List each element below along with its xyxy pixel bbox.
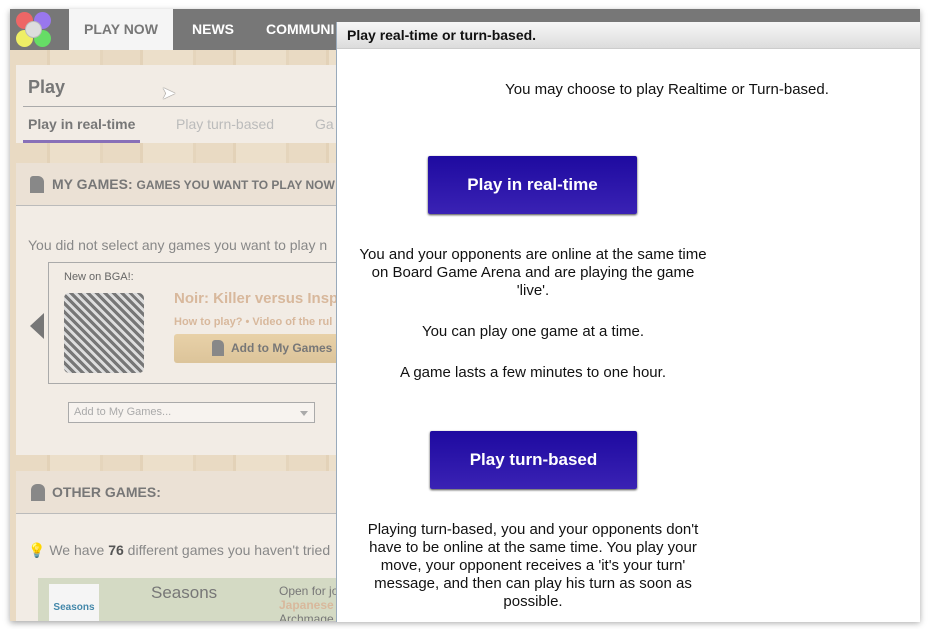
chevron-down-icon [300,411,308,416]
play-realtime-button[interactable]: Play in real-time [428,156,637,214]
realtime-description: You and your opponents are online at the… [359,246,707,299]
other-games-panel: OTHER GAMES: 💡 We have 76 different game… [16,471,348,621]
realtime-one-game: You can play one game at a time. [421,323,645,340]
my-games-subtitle: GAMES YOU WANT TO PLAY NOW [136,178,335,192]
dialog-intro: You may choose to play Realtime or Turn-… [505,81,829,98]
status-text: Open for joi [279,584,342,598]
realtime-duration: A game lasts a few minutes to one hour. [400,364,666,381]
player-name: Archmage L [279,612,344,621]
my-games-header: MY GAMES: GAMES YOU WANT TO PLAY NOW [16,163,346,206]
person-icon [31,484,45,501]
other-games-title: OTHER GAMES: [52,484,161,500]
count-value: 76 [108,542,124,558]
nav-play-now[interactable]: PLAY NOW [69,9,173,50]
count-prefix: We have [49,542,109,558]
my-games-title: MY GAMES: [52,176,133,192]
nav-community[interactable]: COMMUNI [266,9,334,50]
games-count: 💡 We have 76 different games you haven't… [28,542,330,559]
add-to-my-games-select[interactable]: Add to My Games... [68,402,315,423]
turn-based-description: Playing turn-based, you and your opponen… [367,521,699,610]
new-game-box: New on BGA!: Noir: Killer versus Inspe H… [48,262,354,384]
tab-play-turn-based[interactable]: Play turn-based [176,116,274,132]
my-games-panel: MY GAMES: GAMES YOU WANT TO PLAY NOW You… [16,163,354,455]
hand-raised-icon [30,176,44,193]
how-to-play-links[interactable]: How to play? • Video of the rul [174,316,332,328]
game-info: Open for joi Japanese s Archmage L [279,584,344,621]
count-suffix: different games you haven't tried [123,542,331,558]
empty-message: You did not select any games you want to… [28,237,328,253]
nav-news[interactable]: NEWS [192,9,234,50]
page-title: Play [28,77,66,97]
noir-game-image[interactable] [64,293,144,373]
seasons-logo: Seasons [49,584,99,621]
carousel-prev-arrow[interactable] [30,313,44,339]
play-mode-dialog: Play real-time or turn-based. You may ch… [336,22,920,622]
tab-play-real-time[interactable]: Play in real-time [23,116,141,143]
play-panel: Play Play in real-time Play turn-based G… [16,65,353,143]
add-button-label: Add to My Games [231,341,333,355]
table-link[interactable]: Japanese s [279,598,344,612]
select-placeholder: Add to My Games... [74,406,172,418]
new-label: New on BGA!: [64,271,134,283]
add-to-my-games-button[interactable]: Add to My Games [174,334,354,363]
hand-raised-icon [212,340,224,356]
lightbulb-icon: 💡 [28,542,46,558]
dialog-title: Play real-time or turn-based. [337,22,920,49]
game-name[interactable]: Seasons [151,583,217,603]
tab-games[interactable]: Ga [315,116,334,132]
game-row-seasons[interactable]: Seasons Seasons Open for joi Japanese s Ar… [38,578,348,621]
bga-logo[interactable] [16,12,52,48]
other-games-header: OTHER GAMES: [16,471,346,514]
play-turn-based-button[interactable]: Play turn-based [430,431,637,489]
game-title-link[interactable]: Noir: Killer versus Inspe [174,290,347,307]
